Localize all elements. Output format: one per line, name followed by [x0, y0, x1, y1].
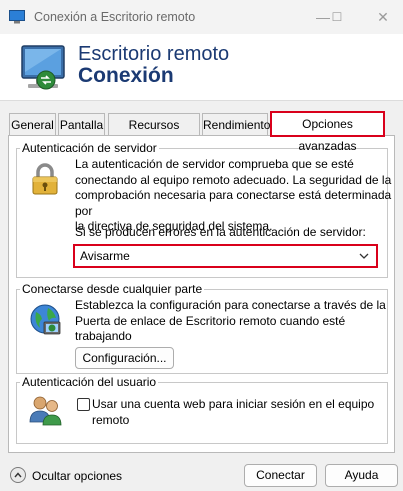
tab-general[interactable]: General	[9, 113, 56, 135]
banner-subtitle: Conexión	[78, 64, 174, 87]
maximize-button[interactable]: ☐	[326, 7, 348, 27]
chevron-down-icon	[359, 253, 369, 259]
padlock-icon	[32, 163, 58, 195]
hide-options-label[interactable]: Ocultar opciones	[32, 469, 122, 483]
user-auth-title: Autenticación del usuario	[20, 375, 159, 389]
help-button[interactable]: Ayuda	[325, 464, 398, 487]
connect-anywhere-desc-line: Establezca la configuración para conecta…	[75, 298, 386, 312]
banner-title: Escritorio remoto	[78, 43, 230, 65]
tab-pantalla[interactable]: Pantalla	[58, 113, 105, 135]
title-bar: Conexión a Escritorio remoto — ☐ ✕	[0, 0, 403, 34]
auth-error-select-value: Avisarme	[80, 249, 130, 263]
header-banner: Escritorio remoto Conexión	[0, 34, 403, 100]
monitor-connection-icon	[21, 45, 65, 90]
close-button[interactable]: ✕	[372, 7, 394, 27]
window-title: Conexión a Escritorio remoto	[34, 10, 196, 24]
server-auth-desc-line: conectando al equipo remoto adecuado. La…	[75, 172, 392, 187]
web-account-checkbox[interactable]	[77, 398, 90, 411]
web-account-checkbox-label[interactable]: Usar una cuenta web para iniciar sesión …	[92, 397, 374, 428]
banner-divider	[0, 100, 403, 101]
connect-anywhere-title: Conectarse desde cualquier parte	[20, 282, 205, 296]
web-account-label-line: Usar una cuenta web para iniciar sesión …	[92, 397, 375, 411]
tab-rendimiento[interactable]: Rendimiento	[202, 113, 270, 135]
tab-opciones-avanzadas[interactable]: Opciones avanzadas	[270, 111, 385, 153]
error-prompt-label: Si se producen errores en la autenticaci…	[75, 225, 366, 239]
server-auth-description: La autenticación de servidor comprueba q…	[75, 157, 403, 235]
server-auth-title: Autenticación de servidor	[20, 141, 159, 155]
chevron-up-icon	[14, 472, 22, 478]
server-auth-desc-line: comprobación necesaria para conectarse e…	[75, 188, 392, 218]
connect-anywhere-desc-line: Puerta de enlace de Escritorio remoto cu…	[75, 313, 346, 344]
configuration-button[interactable]: Configuración...	[75, 347, 174, 369]
remote-desktop-icon	[9, 10, 25, 24]
globe-gateway-icon	[30, 304, 61, 335]
users-icon	[29, 396, 62, 426]
tab-recursos-locales[interactable]: Recursos locales	[108, 113, 200, 154]
web-account-label-line: remoto	[92, 412, 130, 427]
server-auth-desc-line: La autenticación de servidor comprueba q…	[75, 157, 354, 171]
connect-button[interactable]: Conectar	[244, 464, 317, 487]
auth-error-select[interactable]: Avisarme	[73, 244, 378, 268]
hide-options-toggle[interactable]	[10, 467, 26, 483]
